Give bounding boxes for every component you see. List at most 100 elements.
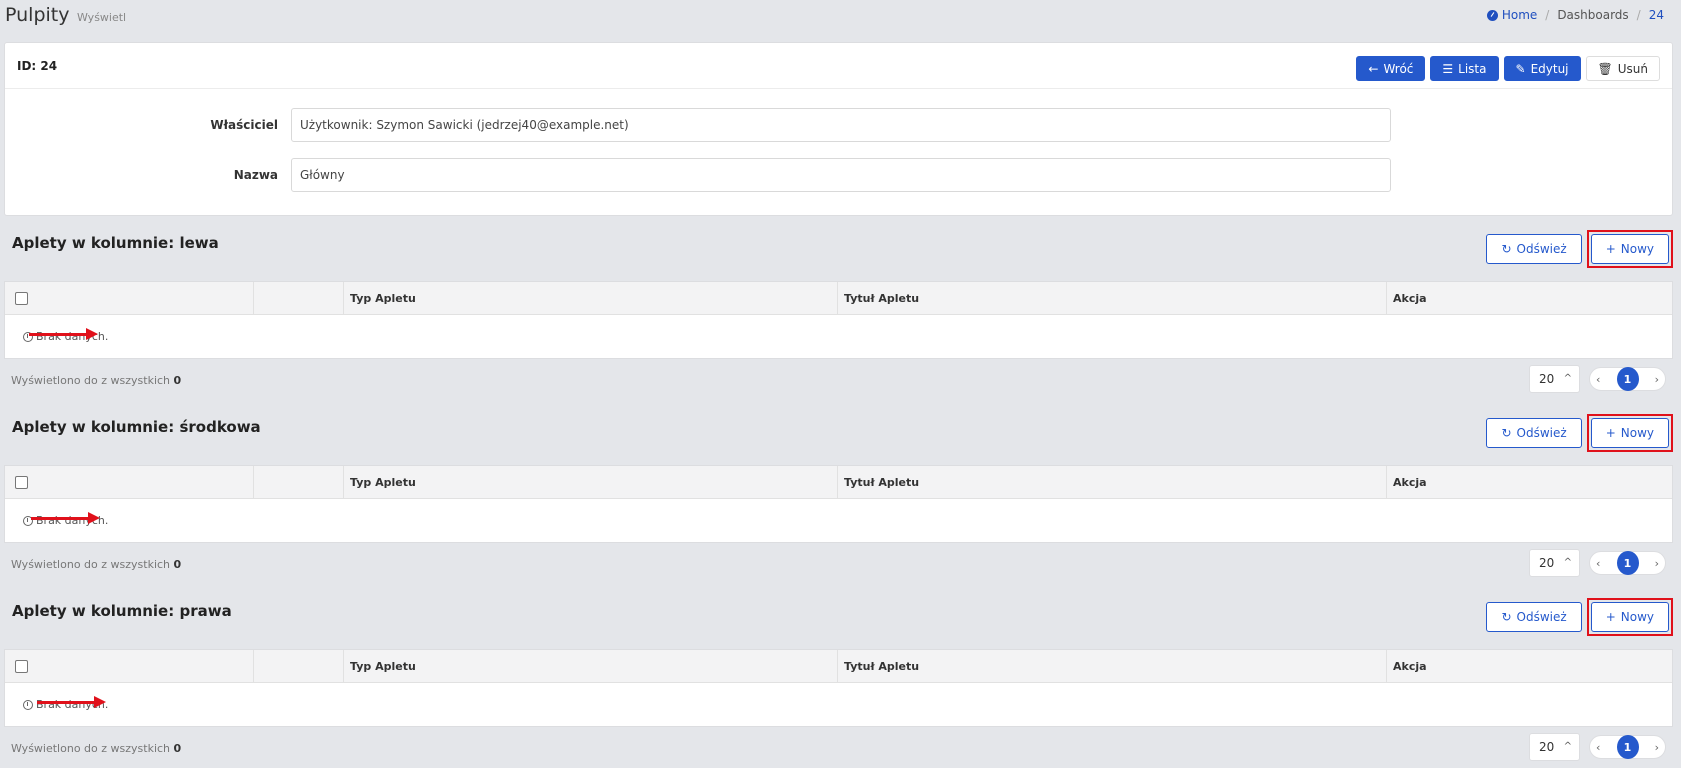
record-count: Wyświetlono do z wszystkich 0 (11, 374, 181, 387)
new-button[interactable]: + Nowy (1590, 234, 1669, 264)
select-all-checkbox[interactable] (15, 292, 28, 305)
applets-table: Typ Apletu Tytuł Apletu Akcja Brak danyc… (4, 281, 1673, 359)
breadcrumb-separator: / (1545, 8, 1550, 22)
column-header-title[interactable]: Tytuł Apletu (837, 466, 1386, 499)
pagination: ‹ 1 › (1589, 551, 1666, 575)
column-header-blank (253, 282, 343, 315)
new-button-highlight: + Nowy (1586, 414, 1673, 452)
record-total: 0 (173, 374, 182, 387)
top-bar: Pulpity Wyświetl Home / Dashboards / 24 (0, 0, 1681, 36)
empty-row: Brak danych. (5, 315, 1672, 358)
column-header-action: Akcja (1386, 466, 1673, 499)
column-header-type[interactable]: Typ Apletu (343, 466, 837, 499)
empty-row: Brak danych. (5, 499, 1672, 542)
section-title: Aplety w kolumnie: prawa (12, 602, 232, 620)
list-icon: ☰ (1442, 61, 1454, 76)
table-footer: Wyświetlono do z wszystkich 0 20 ^ ‹ 1 › (4, 365, 1673, 397)
column-header-blank (253, 466, 343, 499)
pencil-icon: ✎ (1515, 61, 1526, 76)
plus-icon: + (1605, 426, 1616, 440)
refresh-icon: ↻ (1501, 242, 1512, 256)
page-size-value: 20 (1539, 372, 1555, 386)
owner-field[interactable]: Użytkownik: Szymon Sawicki (jedrzej40@ex… (291, 108, 1391, 142)
prev-page-icon[interactable]: ‹ (1596, 741, 1600, 754)
column-header-action: Akcja (1386, 282, 1673, 315)
record-count-text: Wyświetlono do z wszystkich (11, 742, 171, 755)
annotation-arrow (31, 512, 100, 524)
breadcrumb-current[interactable]: 24 (1649, 8, 1664, 22)
refresh-label: Odśwież (1516, 610, 1567, 624)
table-header: Typ Apletu Tytuł Apletu Akcja (5, 282, 1672, 315)
new-label: Nowy (1620, 426, 1654, 440)
table-footer: Wyświetlono do z wszystkich 0 20 ^ ‹ 1 › (4, 549, 1673, 581)
select-all-checkbox[interactable] (15, 660, 28, 673)
new-button[interactable]: + Nowy (1590, 602, 1669, 632)
refresh-label: Odśwież (1516, 426, 1567, 440)
arrow-left-icon: ← (1368, 61, 1379, 76)
refresh-button[interactable]: ↻ Odśwież (1486, 602, 1582, 632)
page-button-current[interactable]: 1 (1616, 735, 1639, 759)
page-subtitle: Wyświetl (77, 11, 127, 24)
table-header: Typ Apletu Tytuł Apletu Akcja (5, 650, 1672, 683)
section-right: Aplety w kolumnie: prawa ↻ Odśwież + Now… (4, 590, 1673, 768)
record-total: 0 (173, 558, 182, 571)
edit-button[interactable]: ✎ Edytuj (1503, 56, 1581, 81)
chevron-up-icon: ^ (1563, 741, 1572, 752)
owner-label: Właściciel (210, 118, 278, 132)
column-header-title[interactable]: Tytuł Apletu (837, 650, 1386, 683)
section-title: Aplety w kolumnie: lewa (12, 234, 219, 252)
page-size-value: 20 (1539, 556, 1555, 570)
details-card: ID: 24 ← Wróć ☰ Lista ✎ Edytuj 🗑 Usuń Wł… (4, 42, 1673, 216)
applets-table: Typ Apletu Tytuł Apletu Akcja Brak danyc… (4, 649, 1673, 727)
next-page-icon[interactable]: › (1655, 373, 1659, 386)
name-field[interactable]: Główny (291, 158, 1391, 192)
new-button[interactable]: + Nowy (1590, 418, 1669, 448)
delete-button[interactable]: 🗑 Usuń (1585, 56, 1660, 81)
select-all-checkbox[interactable] (15, 476, 28, 489)
column-header-action: Akcja (1386, 650, 1673, 683)
new-label: Nowy (1620, 242, 1654, 256)
page-button-current[interactable]: 1 (1616, 367, 1639, 391)
name-label: Nazwa (233, 168, 278, 182)
delete-button-label: Usuń (1617, 61, 1648, 76)
record-count-text: Wyświetlono do z wszystkich (11, 374, 171, 387)
next-page-icon[interactable]: › (1655, 741, 1659, 754)
breadcrumb-home[interactable]: Home (1502, 8, 1537, 22)
plus-icon: + (1605, 610, 1616, 624)
record-total: 0 (173, 742, 182, 755)
list-button[interactable]: ☰ Lista (1430, 56, 1499, 81)
record-count: Wyświetlono do z wszystkich 0 (11, 742, 181, 755)
section-actions: ↻ Odśwież + Nowy (1486, 414, 1673, 452)
next-page-icon[interactable]: › (1655, 557, 1659, 570)
record-id: ID: 24 (17, 59, 58, 73)
section-left: Aplety w kolumnie: lewa ↻ Odśwież + Nowy… (4, 222, 1673, 402)
pagination: ‹ 1 › (1589, 735, 1666, 759)
breadcrumb-dashboards[interactable]: Dashboards (1557, 8, 1628, 22)
record-count-text: Wyświetlono do z wszystkich (11, 558, 171, 571)
annotation-arrow (37, 696, 106, 708)
page-size-select[interactable]: 20 ^ (1529, 549, 1580, 577)
page-button-current[interactable]: 1 (1616, 551, 1639, 575)
refresh-icon: ↻ (1501, 610, 1512, 624)
empty-row: Brak danych. (5, 683, 1672, 726)
refresh-button[interactable]: ↻ Odśwież (1486, 418, 1582, 448)
column-header-type[interactable]: Typ Apletu (343, 650, 837, 683)
prev-page-icon[interactable]: ‹ (1596, 373, 1600, 386)
info-icon (23, 699, 33, 710)
back-button[interactable]: ← Wróć (1356, 56, 1426, 81)
refresh-button[interactable]: ↻ Odśwież (1486, 234, 1582, 264)
column-header-type[interactable]: Typ Apletu (343, 282, 837, 315)
prev-page-icon[interactable]: ‹ (1596, 557, 1600, 570)
pagination: ‹ 1 › (1589, 367, 1666, 391)
list-button-label: Lista (1458, 61, 1487, 76)
column-header-blank (253, 650, 343, 683)
back-button-label: Wróć (1383, 61, 1414, 76)
applets-table: Typ Apletu Tytuł Apletu Akcja Brak danyc… (4, 465, 1673, 543)
page-size-select[interactable]: 20 ^ (1529, 365, 1580, 393)
refresh-label: Odśwież (1516, 242, 1567, 256)
edit-button-label: Edytuj (1530, 61, 1569, 76)
section-title: Aplety w kolumnie: środkowa (12, 418, 261, 436)
page-size-select[interactable]: 20 ^ (1529, 733, 1580, 761)
column-header-title[interactable]: Tytuł Apletu (837, 282, 1386, 315)
new-button-highlight: + Nowy (1586, 230, 1673, 268)
